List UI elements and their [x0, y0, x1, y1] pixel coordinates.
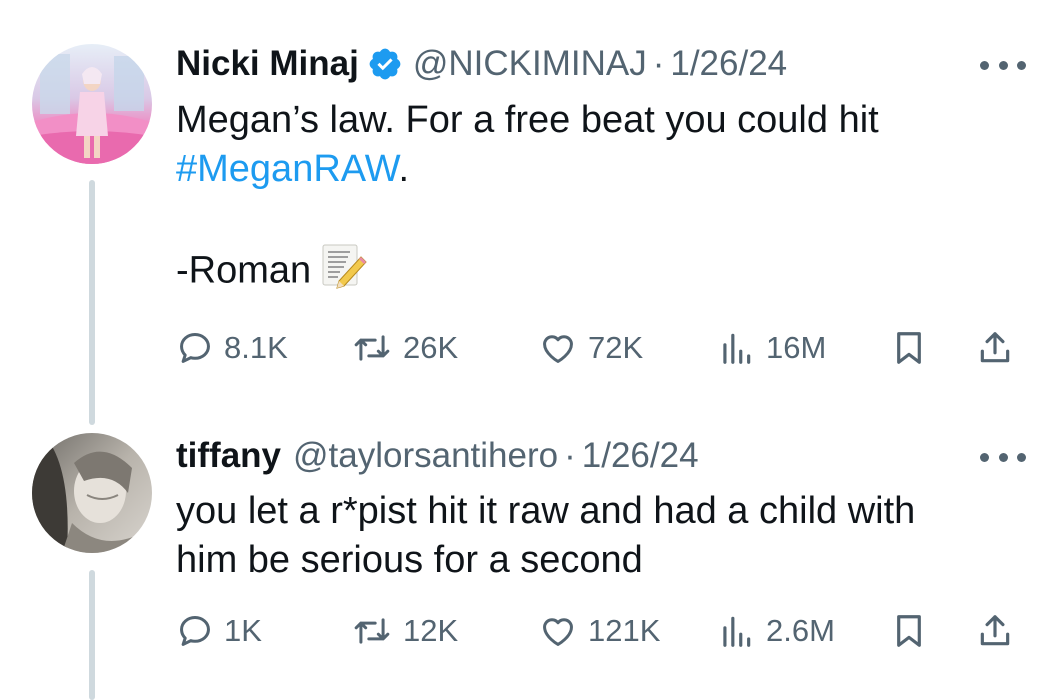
author-handle[interactable]: @taylorsantihero	[293, 436, 558, 476]
views-button[interactable]: 2.6M	[716, 609, 835, 653]
like-count: 72K	[588, 330, 644, 365]
separator: ·	[652, 44, 665, 83]
tweet-date[interactable]: 1/26/24	[670, 44, 787, 84]
thread-line	[89, 570, 95, 700]
reply-icon	[180, 616, 210, 646]
share-button[interactable]	[976, 326, 1024, 370]
repost-icon	[354, 335, 390, 361]
separator: ·	[564, 436, 576, 475]
bookmark-icon	[897, 332, 921, 364]
tweet-actions: 1K 12K 121K 2.6M	[176, 609, 1026, 653]
bookmark-button[interactable]	[890, 326, 938, 370]
heart-icon	[543, 618, 573, 646]
avatar[interactable]	[32, 433, 152, 553]
like-count: 121K	[588, 613, 661, 648]
tweet-actions: 8.1K 26K 72K 16M	[176, 326, 1026, 370]
views-count: 16M	[766, 330, 827, 365]
views-count: 2.6M	[766, 613, 835, 648]
tweet-date[interactable]: 1/26/24	[582, 436, 699, 476]
avatar[interactable]	[32, 44, 152, 164]
tweet-header: Nicki Minaj @NICKIMINAJ · 1/26/24	[176, 44, 787, 84]
author-handle[interactable]: @NICKIMINAJ	[413, 44, 647, 84]
share-icon	[980, 615, 1010, 646]
like-button[interactable]: 121K	[538, 609, 660, 653]
more-options-icon[interactable]	[980, 447, 1026, 467]
tweet-text-punctuation: .	[398, 148, 410, 190]
reply-count: 1K	[224, 613, 262, 648]
repost-count: 26K	[403, 330, 459, 365]
reply-button[interactable]: 1K	[176, 609, 262, 653]
views-icon	[723, 333, 751, 364]
verified-badge-icon	[367, 46, 403, 82]
repost-icon	[354, 618, 390, 644]
reply-button[interactable]: 8.1K	[176, 326, 288, 370]
hashtag-link[interactable]: #MeganRAW	[176, 148, 398, 190]
bookmark-button[interactable]	[890, 609, 938, 653]
tweet-text-line: Megan’s law. For a free beat you could h…	[176, 99, 879, 141]
memo-icon	[321, 243, 367, 302]
tweet-text-line: -Roman	[176, 243, 1016, 302]
reply-count: 8.1K	[224, 330, 288, 365]
tweet-text: Megan’s law. For a free beat you could h…	[176, 96, 1016, 302]
views-icon	[723, 616, 751, 647]
tweet-text-line: #MeganRAW.	[176, 145, 1016, 194]
views-button[interactable]: 16M	[716, 326, 826, 370]
tweet-text: you let a r*pist hit it raw and had a ch…	[176, 487, 1016, 585]
signature-text: -Roman	[176, 249, 312, 292]
repost-button[interactable]: 26K	[351, 326, 458, 370]
share-icon	[980, 332, 1010, 363]
thread-line	[89, 180, 95, 425]
tweet-text-line: him be serious for a second	[176, 539, 643, 581]
tweet-text-line: you let a r*pist hit it raw and had a ch…	[176, 490, 916, 532]
reply-icon	[180, 333, 210, 363]
more-options-icon[interactable]	[980, 55, 1026, 75]
repost-button[interactable]: 12K	[351, 609, 458, 653]
bookmark-icon	[897, 615, 921, 647]
tweet-header: tiffany @taylorsantihero · 1/26/24	[176, 436, 699, 476]
repost-count: 12K	[403, 613, 459, 648]
like-button[interactable]: 72K	[538, 326, 643, 370]
share-button[interactable]	[976, 609, 1024, 653]
heart-icon	[543, 335, 573, 363]
author-name[interactable]: tiffany	[176, 436, 281, 476]
author-name[interactable]: Nicki Minaj	[176, 44, 359, 84]
